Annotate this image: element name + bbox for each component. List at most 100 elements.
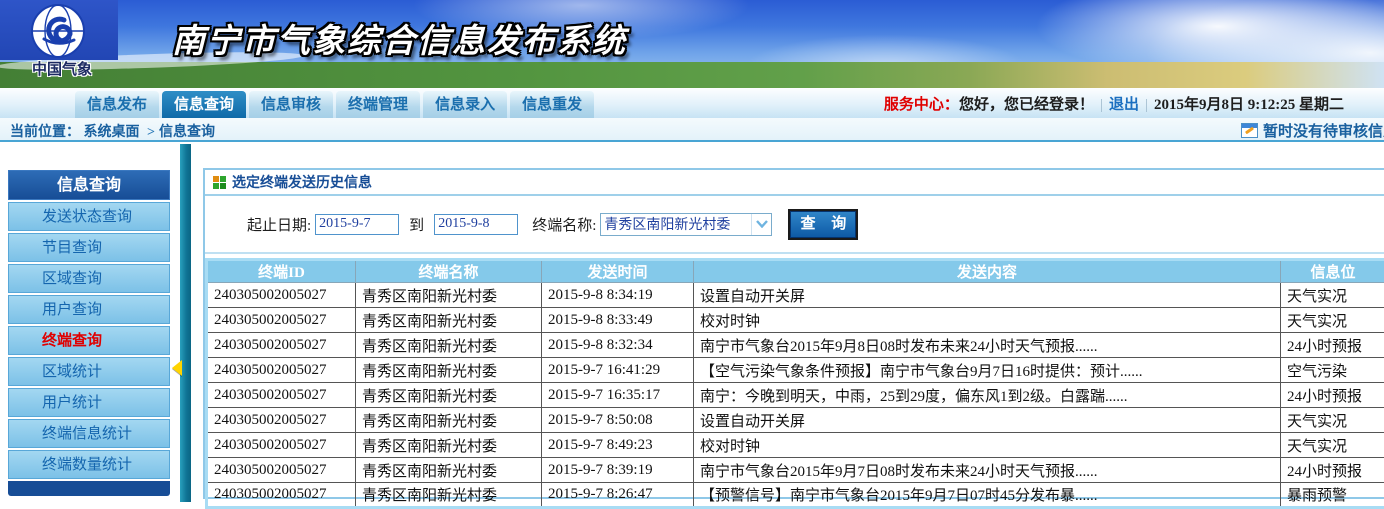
cell-send-time: 2015-9-7 16:35:17 [542,383,694,408]
logo-caption: 中国气象 [12,58,112,79]
table-row: 240305002005027青秀区南阳新光村委2015-9-7 8:49:23… [207,433,1384,458]
yellow-left-arrow-icon[interactable] [172,360,182,376]
table-row: 240305002005027青秀区南阳新光村委2015-9-7 8:26:47… [207,483,1384,508]
date-to-input[interactable] [434,214,518,235]
page-body: 信息查询 发送状态查询节目查询区域查询用户查询终端查询区域统计用户统计终端信息统… [0,144,1384,502]
sidebar-item-3[interactable]: 区域查询 [8,264,170,293]
cell-send-time: 2015-9-7 8:39:19 [542,458,694,483]
cell-info-type: 天气实况 [1281,408,1384,433]
sidebar-item-7[interactable]: 用户统计 [8,388,170,417]
cell-terminal-id: 240305002005027 [207,458,356,483]
sidebar-item-9[interactable]: 终端数量统计 [8,450,170,479]
cell-terminal-id: 240305002005027 [207,283,356,308]
nav-tabs: 信息发布信息查询信息审核终端管理信息录入信息重发 [75,91,597,118]
query-form: 起止日期: 到 终端名称: 青秀区南阳新光村委 查 询 [205,196,1384,254]
cell-content: 南宁市气象台2015年9月7日08时发布未来24小时天气预报...... [694,458,1281,483]
pending-review-notice: 暂时没有待审核信息 [1241,120,1384,141]
cell-info-type: 天气实况 [1281,283,1384,308]
breadcrumb: 当前位置： 系统桌面 >信息查询 [10,121,215,141]
service-center-label: 服务中心： [884,97,959,113]
column-header-terminal-name: 终端名称 [356,260,542,283]
cell-info-type: 天气实况 [1281,433,1384,458]
cell-terminal-id: 240305002005027 [207,433,356,458]
cell-info-type: 24小时预报 [1281,458,1384,483]
cell-terminal-name: 青秀区南阳新光村委 [356,383,542,408]
banner-grass-decoration [0,62,1384,88]
nav-tab-3[interactable]: 信息审核 [249,91,333,118]
site-title: 南宁市气象综合信息发布系统 [172,14,627,62]
cell-terminal-name: 青秀区南阳新光村委 [356,458,542,483]
sidebar-splitter[interactable] [180,144,191,502]
sidebar-title: 信息查询 [8,170,170,200]
cell-info-type: 24小时预报 [1281,383,1384,408]
cell-terminal-name: 青秀区南阳新光村委 [356,483,542,508]
sidebar-item-2[interactable]: 节目查询 [8,233,170,262]
panel-title-bar: 选定终端发送历史信息 [205,170,1384,196]
terminal-select[interactable]: 青秀区南阳新光村委 [600,213,772,236]
cell-terminal-name: 青秀区南阳新光村委 [356,408,542,433]
cell-content: 校对时钟 [694,433,1281,458]
chevron-down-icon[interactable] [751,214,771,235]
cell-send-time: 2015-9-8 8:33:49 [542,308,694,333]
history-panel: 选定终端发送历史信息 起止日期: 到 终端名称: 青秀区南阳新光村委 查 询 终… [203,168,1384,499]
table-row: 240305002005027青秀区南阳新光村委2015-9-7 16:41:2… [207,358,1384,383]
nav-tab-5[interactable]: 信息录入 [423,91,507,118]
column-header-info-type: 信息位 [1281,260,1384,283]
breadcrumb-root[interactable]: 系统桌面 [84,125,140,140]
terminal-name-label: 终端名称: [532,214,596,235]
date-from-input[interactable] [315,214,399,235]
cell-content: 南宁：今晚到明天，中雨，25到29度，偏东风1到2级。白露踹...... [694,383,1281,408]
cell-send-time: 2015-9-8 8:34:19 [542,283,694,308]
sidebar-item-4[interactable]: 用户查询 [8,295,170,324]
nav-tab-2[interactable]: 信息查询 [162,91,246,118]
breadcrumb-current: 信息查询 [159,125,215,140]
table-row: 240305002005027青秀区南阳新光村委2015-9-7 16:35:1… [207,383,1384,408]
date-range-label: 起止日期: [247,214,311,235]
cell-terminal-name: 青秀区南阳新光村委 [356,333,542,358]
cell-info-type: 空气污染 [1281,358,1384,383]
nav-tab-1[interactable]: 信息发布 [75,91,159,118]
nav-tab-6[interactable]: 信息重发 [510,91,594,118]
table-row: 240305002005027青秀区南阳新光村委2015-9-8 8:34:19… [207,283,1384,308]
cell-terminal-name: 青秀区南阳新光村委 [356,308,542,333]
logout-link[interactable]: 退出 [1109,97,1139,113]
sidebar-menu: 信息查询 发送状态查询节目查询区域查询用户查询终端查询区域统计用户统计终端信息统… [8,170,170,496]
sidebar-item-5[interactable]: 终端查询 [8,326,170,355]
service-center-bar: 服务中心：您好，您已经登录！|退出|2015年9月8日 9:12:25 星期二 [884,93,1344,114]
table-row: 240305002005027青秀区南阳新光村委2015-9-7 8:39:19… [207,458,1384,483]
logo-panel [0,0,118,60]
table-header-row: 终端ID终端名称发送时间发送内容信息位 [207,260,1384,283]
divider: | [1139,97,1154,113]
to-label: 到 [409,214,424,235]
cma-cloud-logo-icon [30,3,86,59]
cell-content: 【预警信号】南宁市气象台2015年9月7日07时45分发布暴...... [694,483,1281,508]
history-table: 终端ID终端名称发送时间发送内容信息位 240305002005027青秀区南阳… [205,258,1384,509]
cell-send-time: 2015-9-8 8:32:34 [542,333,694,358]
cell-content: 【空气污染气象条件预报】南宁市气象台9月7日16时提供：预计...... [694,358,1281,383]
cell-terminal-id: 240305002005027 [207,483,356,508]
cell-terminal-id: 240305002005027 [207,408,356,433]
cell-terminal-id: 240305002005027 [207,383,356,408]
cell-terminal-name: 青秀区南阳新光村委 [356,358,542,383]
nav-tab-4[interactable]: 终端管理 [336,91,420,118]
terminal-select-value: 青秀区南阳新光村委 [601,214,730,234]
cell-content: 南宁市气象台2015年9月8日08时发布未来24小时天气预报...... [694,333,1281,358]
cell-send-time: 2015-9-7 8:26:47 [542,483,694,508]
sidebar-footer-bar [8,481,170,496]
column-header-terminal-id: 终端ID [207,260,356,283]
breadcrumb-label: 当前位置： [10,125,80,140]
query-button[interactable]: 查 询 [790,211,856,238]
navbar: 信息发布信息查询信息审核终端管理信息录入信息重发 服务中心：您好，您已经登录！|… [0,88,1384,118]
cell-send-time: 2015-9-7 16:41:29 [542,358,694,383]
cell-info-type: 24小时预报 [1281,333,1384,358]
table-row: 240305002005027青秀区南阳新光村委2015-9-7 8:50:08… [207,408,1384,433]
cell-content: 设置自动开关屏 [694,408,1281,433]
sidebar-item-8[interactable]: 终端信息统计 [8,419,170,448]
breadcrumb-row: 当前位置： 系统桌面 >信息查询 暂时没有待审核信息 [0,118,1384,142]
column-header-content: 发送内容 [694,260,1281,283]
note-pencil-icon [1241,123,1258,138]
sidebar-item-6[interactable]: 区域统计 [8,357,170,386]
cell-terminal-name: 青秀区南阳新光村委 [356,433,542,458]
cell-info-type: 暴雨预警 [1281,483,1384,508]
sidebar-item-1[interactable]: 发送状态查询 [8,202,170,231]
